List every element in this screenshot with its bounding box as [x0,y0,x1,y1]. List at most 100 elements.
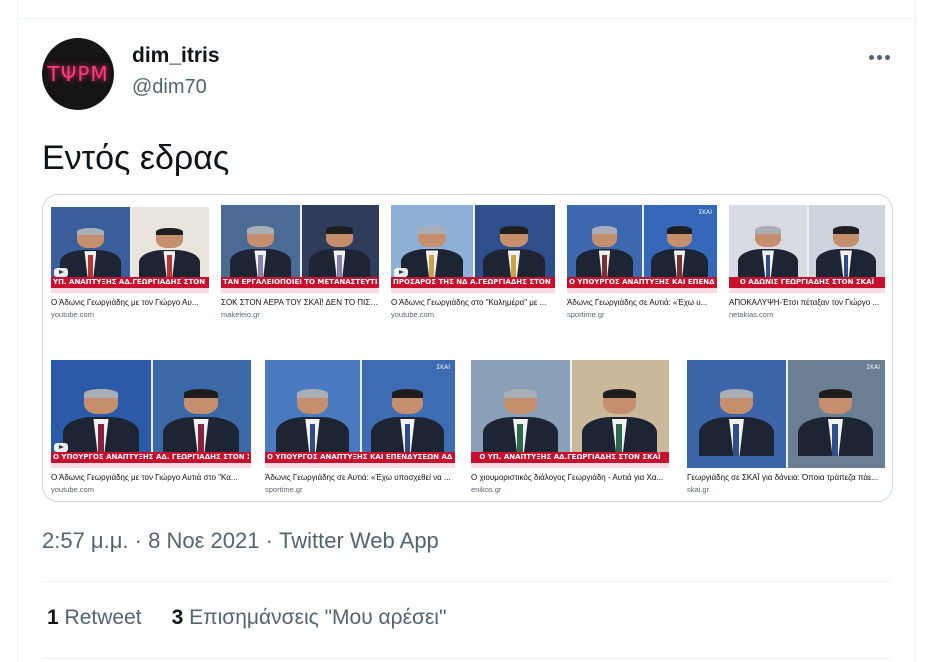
thumbnail-picture: Ο ΥΠΟΥΡΓΟΣ ΑΝΑΠΤΥΞΗΣ ΑΔ. ΓΕΩΡΓΙΑΔΗΣ ΣΤΟΝ… [51,360,251,468]
person-tie [832,423,839,456]
left-person [230,226,291,281]
right-person [371,389,444,456]
thumbnail-source: enikos.gr [471,485,502,494]
thumbnail-picture: ΥΠ. ΑΝΑΠΤΥΞΗΣ ΑΔ.ΓΕΩΡΓΙΑΔΗΣ ΣΤΟΝ ΣΚΑΪ [51,207,209,293]
thumbnail-source: sportime.gr [567,310,605,319]
news-banner-text: Ο ΥΠ. ΑΝΑΠΤΥΞΗΣ ΑΔ.ΓΕΩΡΓΙΑΔΗΣ ΣΤΟΝ ΣΚΑΪ [479,453,661,461]
left-person [276,389,349,456]
ticker-strip [221,288,379,293]
person-hair [184,389,218,399]
left-person [698,389,775,456]
tweet-time[interactable]: 2:57 μ.μ. [42,528,129,553]
thumbnail-source: sportime.gr [265,485,303,494]
news-banner-text: Ο ΥΠΟΥΡΓΟΣ ΑΝΑΠΤΥΞΗΣ ΑΔ. ΓΕΩΡΓΙΑΔΗΣ ΣΤΟΝ… [53,453,249,461]
thumbnail-source: netakias.com [729,310,774,319]
timeline-border-left [17,0,18,662]
top-divider [17,18,916,19]
channel-logo: ΣΚΑΪ [866,364,880,371]
person-hair [326,226,353,235]
thumbnail-title: Άδωνις Γεωργιάδης σε Αυτιά: «Έχω υποσχεθ… [265,473,451,482]
person-tie [733,423,740,456]
play-icon [54,443,68,452]
thumbnail-title: Άδωνις Γεωργιάδης σε Αυτιά: «Έχω υ... [567,298,708,307]
channel-logo: ΣΚΑΪ [698,209,712,216]
thumbnail-source: skai.gr [687,485,710,494]
thumbnail-source: youtube.com [391,310,434,319]
ticker-strip [567,288,717,293]
left-person [63,389,139,456]
channel-logo: ΣΚΑΪ [436,364,450,371]
person-hair [602,389,637,399]
stats-divider-top [42,581,891,582]
person-hair [503,389,538,399]
left-person [60,227,121,281]
ticker-strip [265,463,455,468]
image-thumbnail[interactable]: Ο ΥΠ. ΑΝΑΠΤΥΞΗΣ ΑΔ.ΓΕΩΡΓΙΑΔΗΣ ΣΤΟΝ ΣΚΑΪ Ο… [471,360,669,494]
right-person [309,226,370,281]
retweets-label: Retweet [64,606,142,629]
person-hair [719,389,754,399]
thumbnail-picture: ΤΑΝ ΕΡΓΑΛΕΙΟΠΟΙΕΙ ΤΟ ΜΕΤΑΝΑΣΤΕΥΤΙΚΟ ΓΙΑ … [221,205,379,293]
left-person [576,226,633,281]
person-hair [296,389,329,399]
retweets-count: 1 [47,606,59,629]
tweet-metadata: 2:57 μ.μ. · 8 Νοε 2021 · Twitter Web App [42,528,439,554]
more-dots-icon [884,54,890,60]
image-thumbnail[interactable]: Ο ΥΠΟΥΡΓΟΣ ΑΝΑΠΤΥΞΗΣ ΑΔ. ΓΕΩΡΓΙΑΔΗΣ ΣΤΟΝ… [51,360,251,494]
thumbnail-picture: Ο ΥΠΟΥΡΓΟΣ ΑΝΑΠΤΥΞΗΣ ΚΑΙ ΕΠΕΝΔΥΣΕΩΝ ΑΔ.Γ… [265,360,455,468]
thumbnail-picture: Ο ΥΠΟΥΡΓΟΣ ΑΝΑΠΤΥΞΗΣ ΚΑΙ ΕΠΕΝΔΥΣΕΩΝ ΣΤΟΝ… [567,205,717,293]
person-hair [754,226,782,235]
author-handle[interactable]: @dim70 [132,76,207,99]
person-hair [77,227,104,236]
retweets-link[interactable]: 1 Retweet [47,606,142,630]
ticker-strip [51,288,209,293]
image-thumbnail[interactable]: Ο ΑΔΩΝΙΣ ΓΕΩΡΓΙΑΔΗΣ ΣΤΟΝ ΣΚΑΪ ΑΠΟΚΑΛΥΨΗ-Έ… [729,205,885,319]
tweet-stats: 1 Retweet 3 Επισημάνσεις "Μου αρέσει" [47,606,446,630]
left-person [400,226,464,281]
thumbnail-title: Γεωργιάδης σε ΣΚΑΪ για δάνεια: Όποια τρά… [687,473,879,482]
meta-separator: · [265,528,273,553]
person-hair [818,389,853,399]
thumbnail-title: Ο Άδωνις Γεωργιάδης με τον Γιώργο Αυ... [51,298,199,307]
right-person [581,389,658,456]
image-thumbnail[interactable]: ΣΚΑΪ Γεωργιάδης σε ΣΚΑΪ για δάνεια: Όποια… [687,360,885,494]
tweet-source-app[interactable]: Twitter Web App [279,528,439,553]
image-thumbnail[interactable]: ΥΠ. ΑΝΑΠΤΥΞΗΣ ΑΔ.ΓΕΩΡΓΙΑΔΗΣ ΣΤΟΝ ΣΚΑΪ Ο Ά… [51,207,209,319]
image-thumbnail[interactable]: ΤΑΝ ΕΡΓΑΛΕΙΟΠΟΙΕΙ ΤΟ ΜΕΤΑΝΑΣΤΕΥΤΙΚΟ ΓΙΑ … [221,205,379,319]
more-options-button[interactable] [864,44,894,70]
play-icon [54,268,68,277]
person-hair [391,389,424,399]
thumbnail-source: youtube.com [51,485,94,494]
right-person [139,227,200,281]
news-banner-text: ΤΑΝ ΕΡΓΑΛΕΙΟΠΟΙΕΙ ΤΟ ΜΕΤΑΝΑΣΤΕΥΤΙΚΟ ΓΙΑ … [223,278,377,286]
news-banner-text: Ο ΥΠΟΥΡΓΟΣ ΑΝΑΠΤΥΞΗΣ ΚΑΙ ΕΠΕΝΔΥΣΕΩΝ ΑΔ.Γ… [267,453,453,461]
news-banner-text: Ο ΑΔΩΝΙΣ ΓΕΩΡΓΙΑΔΗΣ ΣΤΟΝ ΣΚΑΪ [739,278,875,286]
person-hair [500,226,528,235]
thumbnail-title: Ο Άδωνις Γεωργιάδης στο "Καλημέρα" με ..… [391,298,547,307]
thumbnail-title: Ο χιουμοριστικός διάλογος Γεωργιάδη - Αυ… [471,473,664,482]
tweet-date[interactable]: 8 Νοε 2021 [148,528,259,553]
likes-label: Επισημάνσεις "Μου αρέσει" [189,606,447,629]
right-person [163,389,239,456]
image-thumbnail[interactable]: Ο ΥΠΟΥΡΓΟΣ ΑΝΑΠΤΥΞΗΣ ΚΑΙ ΕΠΕΝΔΥΣΕΩΝ ΑΔ.Γ… [265,360,455,494]
timeline-border-right [915,0,916,662]
author-display-name[interactable]: dim_itris [132,44,220,68]
right-person [816,226,876,281]
ticker-strip [471,463,669,468]
image-thumbnail[interactable]: ΠΡΟΣΑΡΟΣ ΤΗΣ ΝΔ Α.ΓΕΩΡΓΙΑΔΗΣ ΣΤΟΝ ΣΚΑΪ Ο … [391,205,555,319]
thumbnail-picture: Ο ΥΠ. ΑΝΑΠΤΥΞΗΣ ΑΔ.ΓΕΩΡΓΙΑΔΗΣ ΣΤΟΝ ΣΚΑΪ [471,360,669,468]
split-screen-divider [786,360,788,468]
image-thumbnail[interactable]: Ο ΥΠΟΥΡΓΟΣ ΑΝΑΠΤΥΞΗΣ ΚΑΙ ΕΠΕΝΔΥΣΕΩΝ ΣΤΟΝ… [567,205,717,319]
thumbnail-source: makeleio.gr [221,310,260,319]
avatar[interactable]: ΤΨΡΜ [42,38,114,110]
news-banner-text: ΥΠ. ΑΝΑΠΤΥΞΗΣ ΑΔ.ΓΕΩΡΓΙΑΔΗΣ ΣΤΟΝ ΣΚΑΪ [53,278,207,286]
left-person [738,226,798,281]
more-dots-icon [868,54,874,60]
person-hair [156,227,183,236]
tweet-text: Εντός εδρας [42,139,230,177]
avatar-neon-text: ΤΨΡΜ [47,62,109,86]
attached-image-collage[interactable]: ΥΠ. ΑΝΑΠΤΥΞΗΣ ΑΔ.ΓΕΩΡΓΙΑΔΗΣ ΣΤΟΝ ΣΚΑΪ Ο Ά… [42,194,893,502]
thumbnail-picture: Ο ΑΔΩΝΙΣ ΓΕΩΡΓΙΑΔΗΣ ΣΤΟΝ ΣΚΑΪ [729,205,885,293]
likes-link[interactable]: 3 Επισημάνσεις "Μου αρέσει" [172,606,447,630]
ticker-strip [51,463,251,468]
